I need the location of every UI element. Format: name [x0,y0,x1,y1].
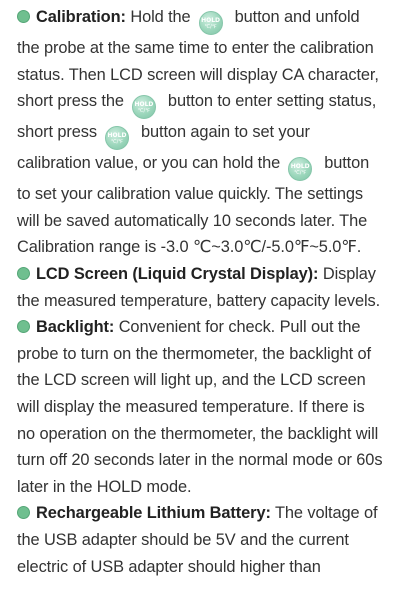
battery-paragraph: Rechargeable Lithium Battery: The voltag… [17,500,385,580]
hold-button-icon: HOLD ℃/℉ [131,95,156,120]
green-circle-icon [17,10,30,23]
hold-icon-bottom-text: ℃/℉ [137,108,150,115]
product-description: Calibration: Hold the HOLD ℃/℉ button and u… [0,0,393,580]
hold-button-icon: HOLD ℃/℉ [288,157,313,182]
hold-icon-top-text: HOLD [290,163,310,171]
backlight-label: Backlight: [36,318,115,337]
calibration-paragraph: Calibration: Hold the HOLD ℃/℉ button and u… [17,4,385,261]
hold-icon-bottom-text: ℃/℉ [294,170,307,177]
calibration-text-1: Hold the [125,8,191,26]
hold-icon-bottom-text: ℃/℉ [204,24,217,30]
hold-icon-top-text: HOLD [201,17,221,24]
hold-button-icon: HOLD ℃/℉ [104,126,129,151]
green-circle-icon [17,320,30,334]
backlight-text: Convenient for check. Pull out the probe… [17,318,383,496]
hold-icon-top-text: HOLD [107,132,127,140]
hold-button-icon: HOLD ℃/℉ [198,11,223,35]
green-circle-icon [17,506,30,520]
battery-label: Rechargeable Lithium Battery: [36,504,271,523]
green-circle-icon [17,266,30,280]
hold-icon-bottom-text: ℃/℉ [110,139,124,146]
backlight-paragraph: Backlight: Convenient for check. Pull ou… [17,314,385,500]
lcd-paragraph: LCD Screen (Liquid Crystal Display): Dis… [17,261,385,314]
lcd-label: LCD Screen (Liquid Crystal Display): [36,264,319,283]
hold-icon-top-text: HOLD [134,101,154,109]
calibration-label: Calibration: [36,8,126,26]
